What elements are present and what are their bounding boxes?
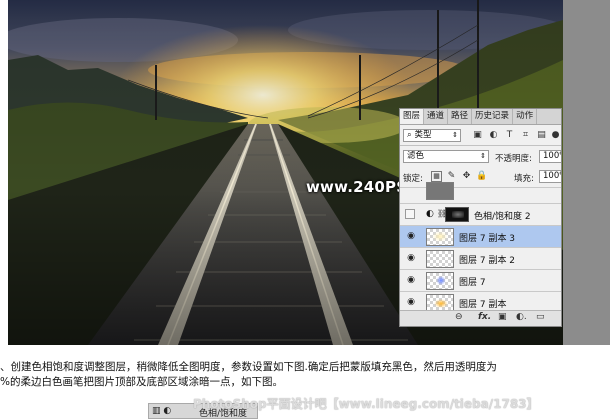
folder-icon[interactable]: ▭	[536, 312, 545, 322]
adjustment-filter-icon[interactable]: ◐	[488, 130, 499, 141]
lock-all-icon[interactable]: 🔒	[476, 171, 487, 182]
eye-icon[interactable]: ◉	[405, 231, 417, 242]
layer-name: 图层 7 副本 2	[459, 256, 516, 266]
tutorial-caption: 、创建色相饱和度调整图层，稍微降低全图明度，参数设置如下图.确定后把蒙版填充黑色…	[0, 360, 610, 390]
blend-mode-select[interactable]: 滤色 ⇕	[403, 150, 489, 163]
type-filter-icon[interactable]: T	[504, 130, 515, 141]
layer-name: 图层 7 副本	[459, 300, 507, 310]
tab-layers[interactable]: 图层	[400, 109, 425, 124]
caption-line-1: 、创建色相饱和度调整图层，稍微降低全图明度，参数设置如下图.确定后把蒙版填充黑色…	[0, 361, 497, 373]
filter-toggle-icon[interactable]: ●	[550, 130, 561, 141]
layer-thumbnail	[426, 182, 454, 200]
eye-icon[interactable]: ◉	[405, 275, 417, 286]
lock-label: 锁定:	[403, 174, 423, 184]
blend-mode-value: 滤色	[407, 151, 425, 161]
panel-footer: ⊖ fx. ▣ ◐. ▭	[400, 310, 561, 326]
opacity-value: 100%	[543, 151, 561, 161]
filter-type-value: 类型	[414, 130, 432, 140]
caption-line-2: %的柔边白色画笔把图片顶部及底部区域涂暗一点，如下图。	[0, 376, 283, 388]
layer-thumbnail	[426, 250, 454, 268]
tab-actions[interactable]: 动作	[513, 109, 538, 124]
fill-input[interactable]: 100%	[539, 170, 561, 183]
chevron-down-icon: ⇕	[480, 152, 486, 160]
layer-mask-thumbnail	[445, 207, 469, 222]
opacity-input[interactable]: 100%	[539, 150, 561, 163]
fx-icon[interactable]: fx.	[478, 312, 491, 322]
layer-name: 图层 7	[459, 278, 486, 288]
fill-label: 填充:	[514, 174, 534, 184]
tab-history[interactable]: 历史记录	[472, 109, 514, 124]
lock-transparency-icon[interactable]: ▦	[431, 171, 442, 182]
properties-icon: ▥ ◐	[152, 406, 172, 416]
layer-row-partial[interactable]	[400, 182, 561, 203]
opacity-label: 不透明度:	[495, 154, 532, 164]
filter-row: ⌕ 类型 ⇕ ▣ ◐ T ⌗ ▤ ●	[400, 126, 561, 145]
adjustment-icon[interactable]: ◐.	[516, 312, 527, 322]
layer-row-layer-7[interactable]: ◉ 图层 7	[400, 269, 561, 291]
mask-icon[interactable]: ▣	[498, 312, 507, 322]
divider	[400, 145, 561, 146]
lock-brush-icon[interactable]: ✎	[446, 171, 457, 182]
eye-icon[interactable]: ◉	[405, 253, 417, 264]
pixel-filter-icon[interactable]: ▣	[472, 130, 483, 141]
canvas-background	[563, 0, 610, 345]
lock-row: 锁定: ▦ ✎ ✥ 🔒 填充: 100%	[400, 167, 561, 186]
tab-channels[interactable]: 通道	[424, 109, 449, 124]
spinner-icon: ⇕	[452, 131, 458, 139]
adjustment-layer-icon: ◐	[426, 209, 434, 219]
blend-row: 滤色 ⇕ 不透明度: 100%	[400, 147, 561, 166]
layer-thumbnail	[426, 228, 454, 246]
layer-name: 图层 7 副本 3	[459, 234, 516, 244]
fill-value: 100%	[543, 171, 561, 181]
search-icon: ⌕	[407, 130, 412, 140]
link-icon[interactable]: ⊖	[455, 312, 463, 322]
layer-row-hue-saturation[interactable]: ◐ ⛓ 色相/饱和度 2	[400, 203, 561, 225]
layer-thumbnail	[426, 272, 454, 290]
panel-tabs: 图层 通道 路径 历史记录 动作	[400, 109, 561, 125]
layer-row-copy-2[interactable]: ◉ 图层 7 副本 2	[400, 247, 561, 269]
forum-watermark: PhotoShop平面设计吧【www.lineeg.com/tieba/1783…	[193, 397, 539, 411]
visibility-toggle-off[interactable]	[405, 209, 415, 219]
eye-icon[interactable]: ◉	[405, 297, 417, 308]
layer-name: 色相/饱和度 2	[474, 212, 531, 222]
smart-object-filter-icon[interactable]: ▤	[536, 130, 547, 141]
lock-move-icon[interactable]: ✥	[461, 171, 472, 182]
layers-panel: 图层 通道 路径 历史记录 动作 ⌕ 类型 ⇕ ▣ ◐ T ⌗ ▤ ● 滤色 ⇕…	[399, 108, 562, 327]
shape-filter-icon[interactable]: ⌗	[520, 130, 531, 141]
layer-filter-select[interactable]: ⌕ 类型 ⇕	[403, 129, 461, 142]
tab-paths[interactable]: 路径	[448, 109, 473, 124]
layer-row-copy-3[interactable]: ◉ 图层 7 副本 3	[400, 225, 561, 247]
